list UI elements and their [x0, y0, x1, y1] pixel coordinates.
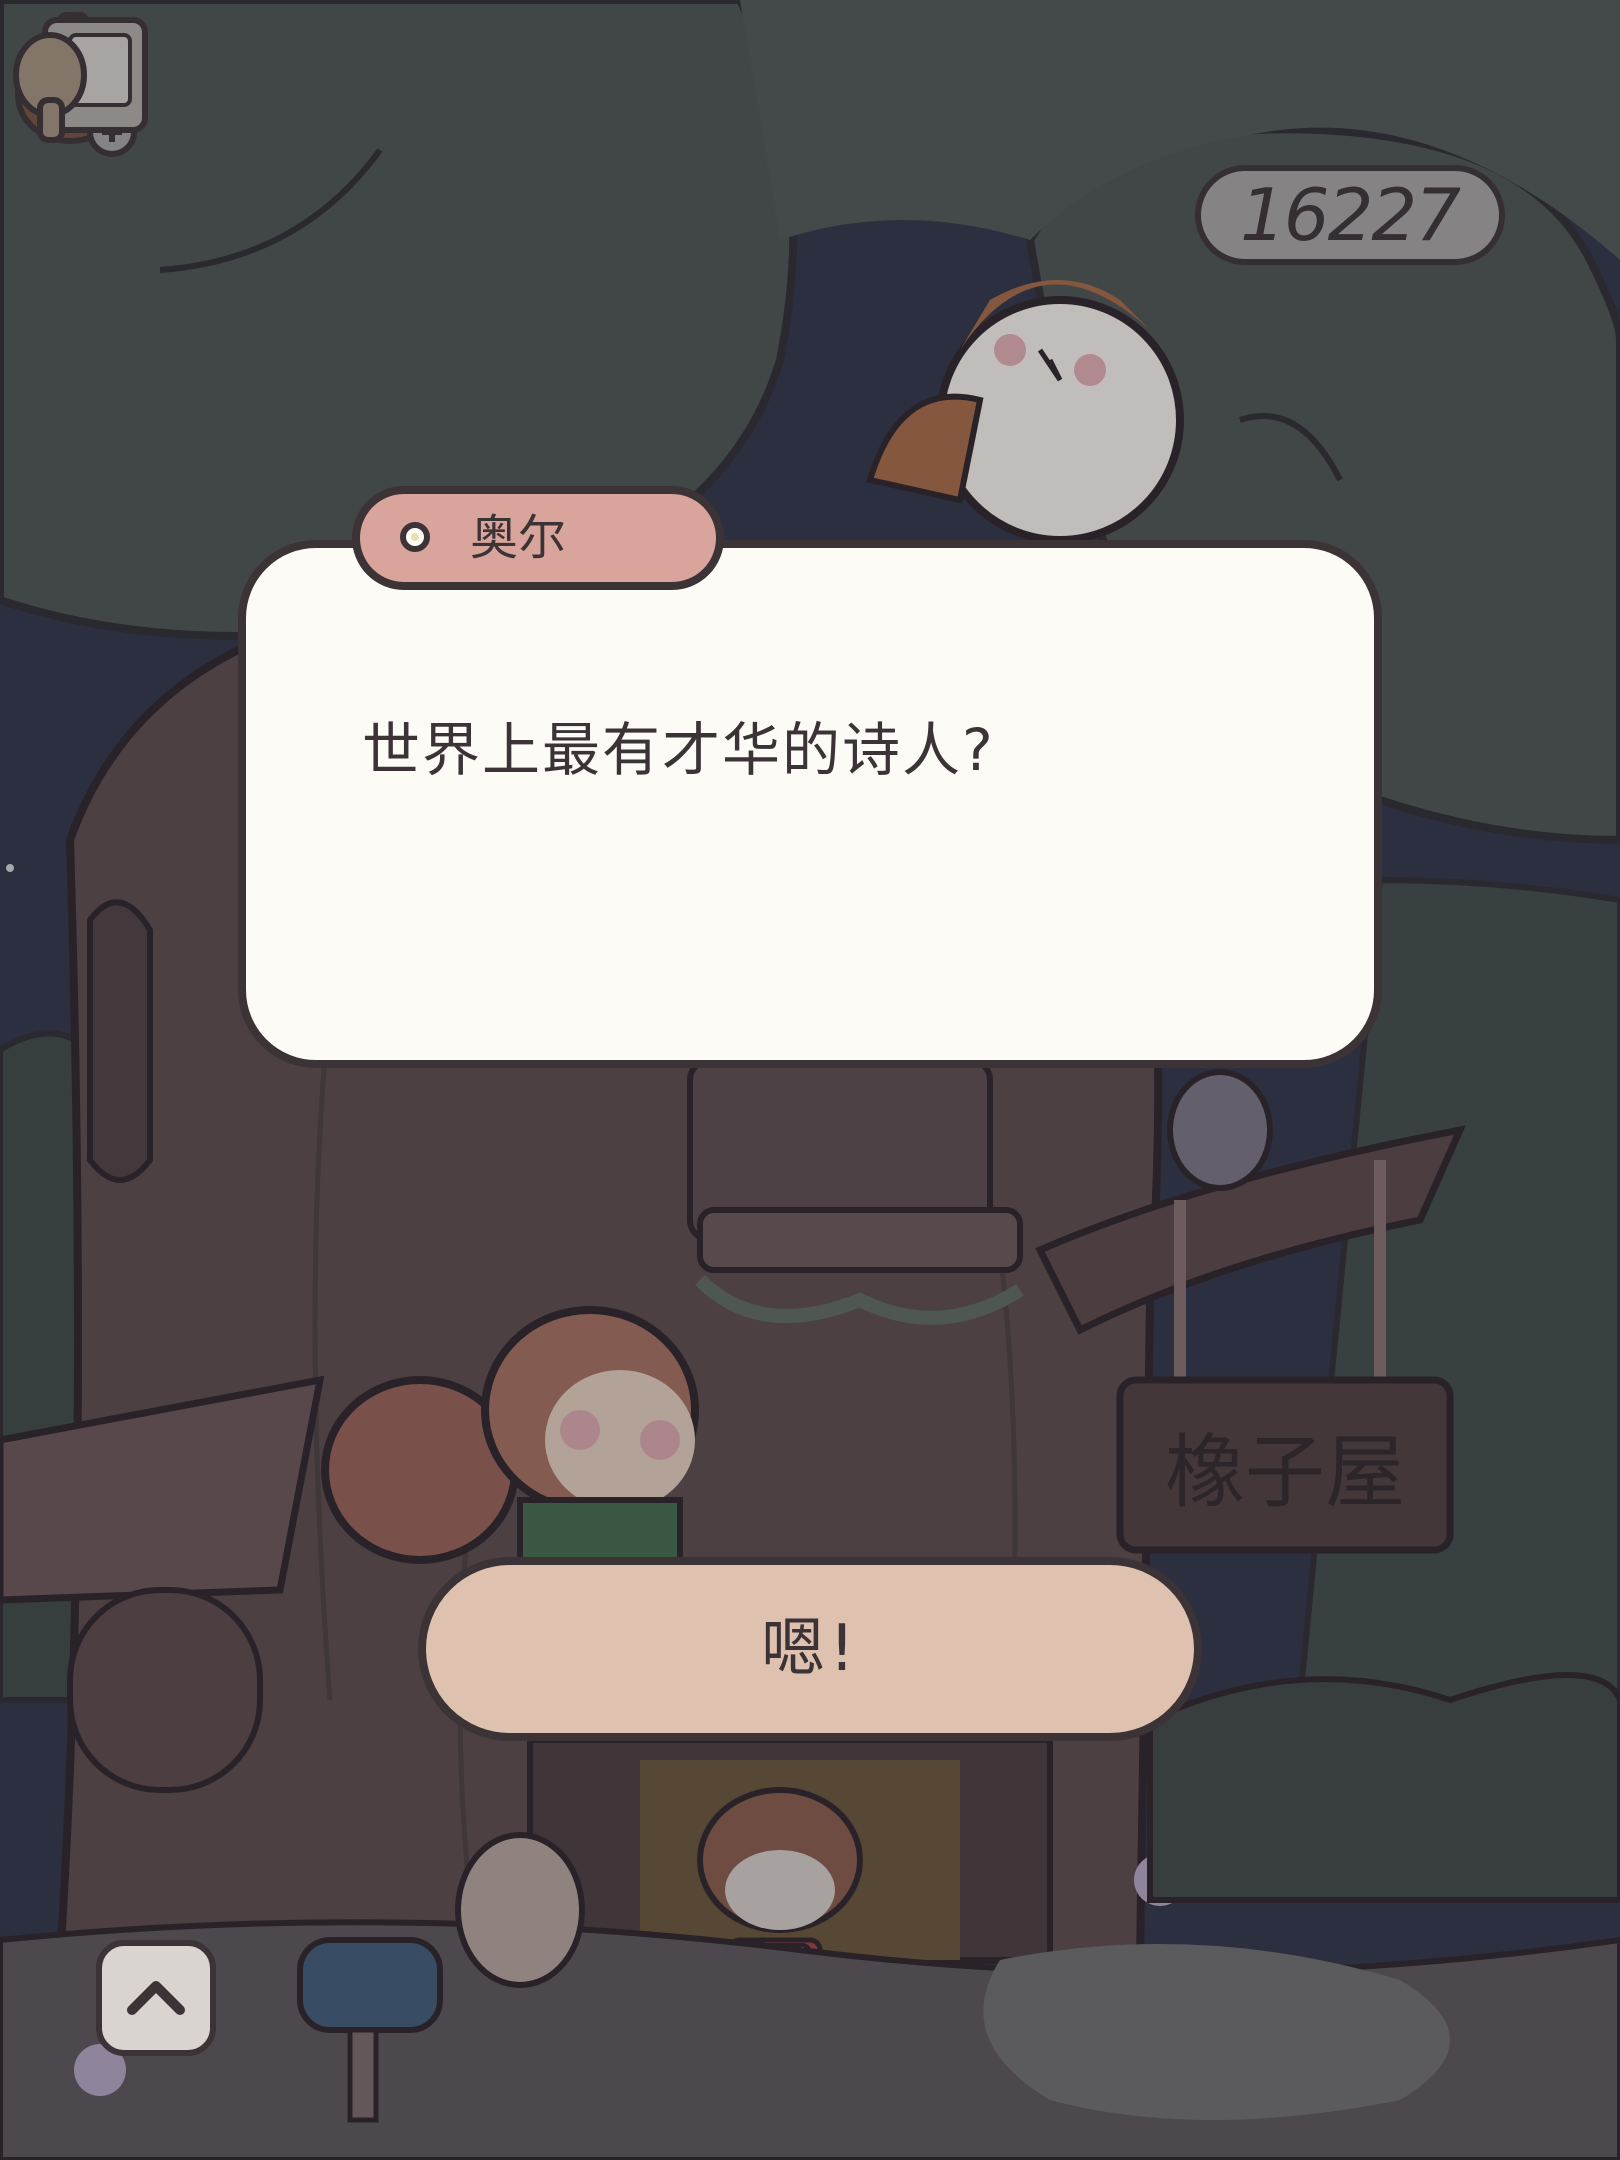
chevron-up-icon	[127, 1981, 185, 2015]
dialog-box	[238, 540, 1382, 1068]
dialog-text: 世界上最有才华的诗人?	[362, 716, 995, 784]
expand-menu-button[interactable]	[96, 1940, 216, 2056]
speaker-name: 奥尔	[470, 510, 567, 566]
speaker-indicator-icon	[400, 522, 430, 552]
confirm-button[interactable]	[418, 1557, 1202, 1741]
game-scene: 橡子屋 16227 奥尔 世界上最有才华的诗人? 嗯!	[0, 0, 1620, 2160]
dim-overlay	[0, 0, 1620, 2160]
